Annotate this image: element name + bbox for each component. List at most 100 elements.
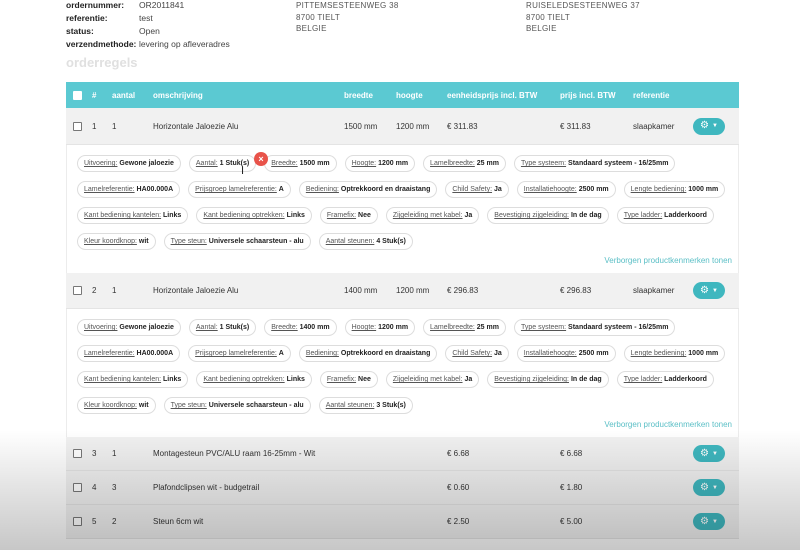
order-lines-table: # aantal omschrijving breedte hoogte een… [66,82,739,539]
attr-value: Links [163,376,182,383]
row-num: 1 [92,121,97,131]
row-settings-button[interactable]: ⚙ ▼ [693,513,725,530]
attr-chip[interactable]: Prijsgroep lamelreferentie: A [188,181,291,198]
chevron-down-icon: ▼ [712,484,718,491]
attr-chip[interactable]: Type steun: Universele schaarsteun - alu [163,397,311,414]
attr-chip[interactable]: Aantal: 1 Stuk(s) [188,155,257,172]
attr-chip[interactable]: Lamelreferentie: HA00.000A [77,345,181,362]
attr-chip[interactable]: Lamelbreedte: 25 mm [423,155,506,172]
attr-chip[interactable]: Kant bediening kantelen: Links [77,207,189,224]
row-settings-button[interactable]: ⚙ ▼ [693,117,725,135]
gear-icon: ⚙ [700,515,709,527]
attr-chip[interactable]: Framefix: Nee [319,371,378,388]
row-select-cell [66,449,92,459]
attr-chip[interactable]: Breedte: 1400 mm [264,319,337,336]
table-row[interactable]: 5 2 Steun 6cm wit € 2.50 € 5.00 ⚙ ▼ [66,505,739,539]
attr-chip[interactable]: Installatiehoogte: 2500 mm [516,345,616,362]
attr-chip[interactable]: Kant bediening optrekken: Links [196,207,312,224]
attr-chip[interactable]: Lengte bediening: 1000 mm [623,345,726,362]
attr-chip[interactable]: Uitvoering: Gewone jaloezie [77,155,181,172]
attr-value: 1000 mm [688,186,719,193]
attr-chip[interactable]: Breedte: 1500 mm [264,155,337,172]
attr-chip[interactable]: Lamelbreedte: 25 mm [423,319,506,336]
attr-chip[interactable]: Kleur koordknop: wit [77,233,156,250]
attr-chip[interactable]: Aantal: 1 Stuk(s) [188,319,257,336]
attr-key: Kleur koordknop: [84,238,137,245]
attr-value: Ja [494,350,502,357]
row-eenheidsprijs: € 2.50 [447,517,470,526]
attr-chip[interactable]: Type systeem: Standaard systeem - 16/25m… [513,155,676,172]
row-num: 3 [92,449,97,458]
show-hidden-attributes-link[interactable]: Verborgen productkenmerken tonen [77,250,732,273]
attr-key: Bediening: [305,350,339,357]
attr-chip[interactable]: Uitvoering: Gewone jaloezie [77,319,181,336]
attr-chip[interactable]: Type ladder: Ladderkoord [616,371,714,388]
attr-value: 1000 mm [688,350,719,357]
attr-chip[interactable]: Kleur koordknop: wit [77,397,156,414]
product-details-panel: Uitvoering: Gewone jaloezie Aantal: 1 St… [66,145,739,273]
attr-chip[interactable]: Child Safety: Ja [445,345,509,362]
attr-chip[interactable]: Lamelreferentie: HA00.000A [77,181,181,198]
row-aantal: 2 [112,517,117,526]
attr-key: Type systeem: [520,160,567,167]
billing-street: PITTEMSESTEENWEG 38 [296,1,399,10]
attr-chip[interactable]: Aantal steunen: 4 Stuk(s) [318,233,413,250]
attr-chip[interactable]: Prijsgroep lamelreferentie: A [188,345,291,362]
row-num: 4 [92,483,97,492]
attr-key: Prijsgroep lamelreferentie: [195,186,277,193]
attr-key: Installatiehoogte: [523,350,577,357]
table-row[interactable]: 2 1 Horizontale Jaloezie Alu 1400 mm 120… [66,273,739,309]
close-icon[interactable]: × [254,152,268,166]
show-hidden-attributes-link[interactable]: Verborgen productkenmerken tonen [77,414,732,437]
row-checkbox[interactable] [73,449,82,459]
attr-chip[interactable]: Zijgeleiding met kabel: Ja [385,207,480,224]
table-row[interactable]: 3 1 Montagesteun PVC/ALU raam 16-25mm - … [66,437,739,471]
attr-key: Child Safety: [452,186,493,193]
row-settings-button[interactable]: ⚙ ▼ [693,445,725,462]
delivery-country: BELGIE [526,24,557,33]
attr-value: Links [286,376,305,383]
attr-chip[interactable]: Aantal steunen: 3 Stuk(s) [318,397,413,414]
chevron-down-icon: ▼ [712,518,718,525]
row-actions-cell: ⚙ ▼ [693,117,739,135]
attr-value: 1400 mm [299,324,330,331]
attr-chip[interactable]: Kant bediening optrekken: Links [196,371,312,388]
table-row[interactable]: 1 1 Horizontale Jaloezie Alu 1500 mm 120… [66,108,739,145]
row-settings-button[interactable]: ⚙ ▼ [693,479,725,496]
attr-chip[interactable]: Bevestiging zijgeleiding: In de dag [487,207,609,224]
attr-value: HA00.000A [136,350,174,357]
row-checkbox[interactable] [73,483,82,493]
status-value: Open [139,26,160,36]
attr-chip[interactable]: Bediening: Optrekkoord en draaistang [298,345,438,362]
row-checkbox[interactable] [73,286,82,296]
attr-chip[interactable]: Kant bediening kantelen: Links [77,371,189,388]
row-checkbox[interactable] [73,517,82,527]
attr-chip[interactable]: Bevestiging zijgeleiding: In de dag [487,371,609,388]
attr-key: Lengte bediening: [630,350,687,357]
table-row[interactable]: 4 3 Plafondclipsen wit - budgetrail € 0.… [66,471,739,505]
attr-chip[interactable]: Framefix: Nee [319,207,378,224]
attr-chip[interactable]: Zijgeleiding met kabel: Ja [385,371,480,388]
row-aantal: 1 [112,121,117,131]
attr-value: Ja [464,376,473,383]
attr-chip[interactable]: Bediening: Optrekkoord en draaistang [298,181,438,198]
chevron-down-icon: ▼ [712,450,718,457]
attr-chip[interactable]: Type ladder: Ladderkoord [616,207,714,224]
attr-chip[interactable]: Hoogte: 1200 mm [344,155,416,172]
attr-value: Nee [358,376,371,383]
header-num: # [92,90,97,100]
attr-chip[interactable]: Hoogte: 1200 mm [344,319,416,336]
attr-chip[interactable]: Lengte bediening: 1000 mm [623,181,726,198]
select-all-checkbox[interactable] [73,90,82,100]
attr-chip[interactable]: Type steun: Universele schaarsteun - alu [163,233,311,250]
row-checkbox[interactable] [73,121,82,131]
attr-chip[interactable]: Type systeem: Standaard systeem - 16/25m… [513,319,676,336]
attr-chip[interactable]: Installatiehoogte: 2500 mm [516,181,616,198]
attr-chip[interactable]: Child Safety: Ja [445,181,509,198]
row-settings-button[interactable]: ⚙ ▼ [693,282,725,299]
attr-key: Type ladder: [623,212,663,219]
attr-value: Universele schaarsteun - alu [208,402,304,409]
row-referentie: slaapkamer [633,121,675,131]
header-referentie: referentie [633,90,670,100]
gear-icon: ⚙ [700,447,709,459]
